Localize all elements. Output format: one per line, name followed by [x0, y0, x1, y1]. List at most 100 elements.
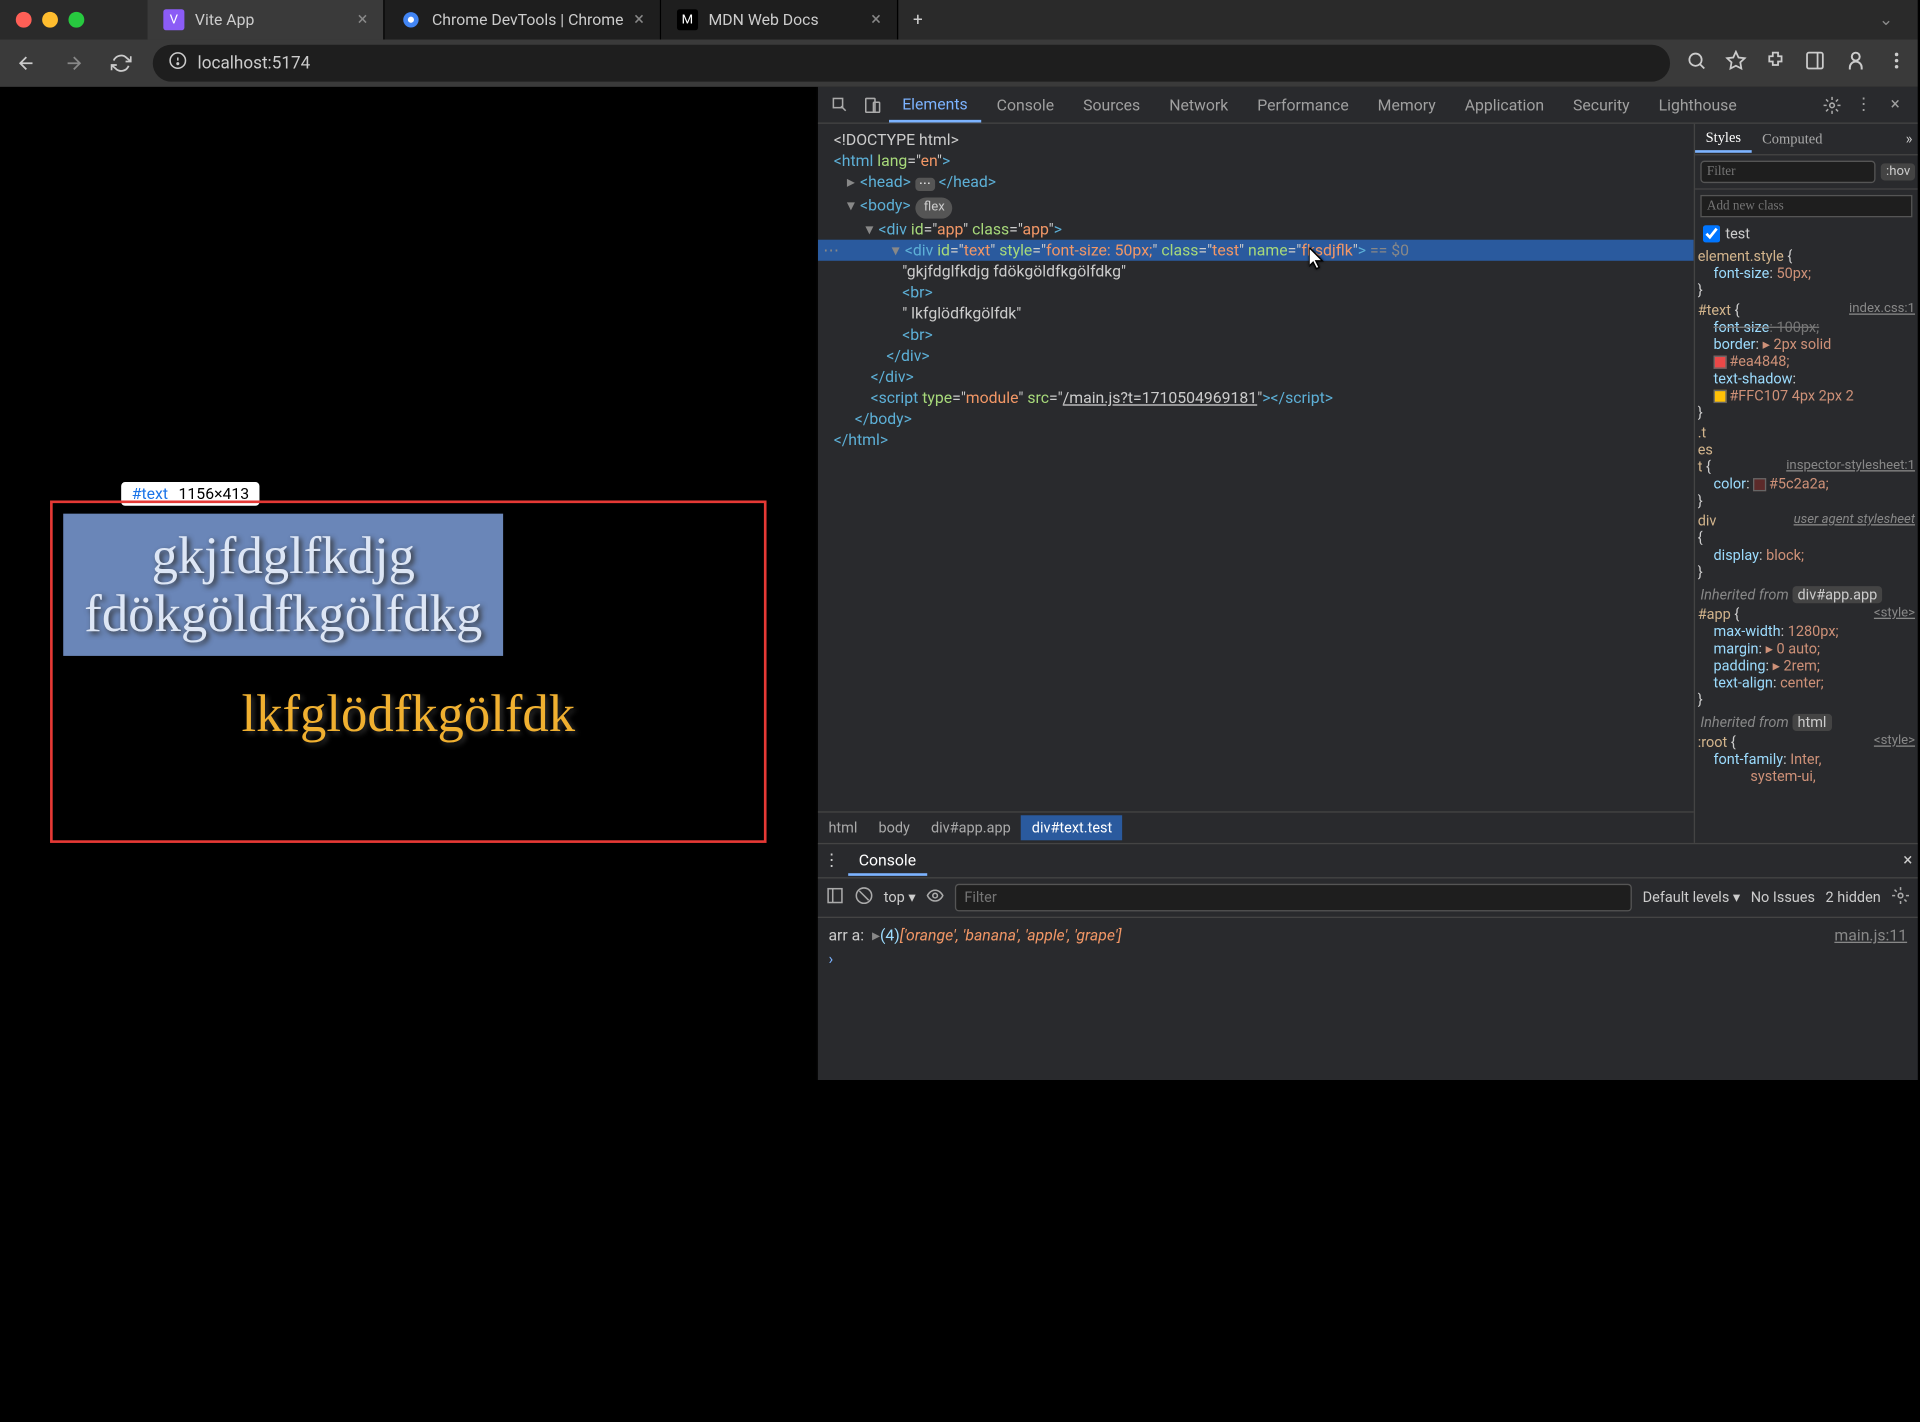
- crumb-active[interactable]: div#text.test: [1021, 815, 1123, 840]
- console-settings-icon[interactable]: [1891, 886, 1909, 908]
- devtools-tabs: Elements Console Sources Network Perform…: [818, 87, 1918, 124]
- sidebar-toggle-icon[interactable]: [826, 886, 844, 908]
- dom-br[interactable]: <br>: [818, 282, 1694, 303]
- minimize-window-button[interactable]: [42, 12, 58, 28]
- side-panel-icon[interactable]: [1804, 50, 1825, 76]
- close-drawer-icon[interactable]: ×: [1903, 851, 1912, 871]
- panel-elements[interactable]: Elements: [889, 88, 981, 122]
- dom-tree[interactable]: <!DOCTYPE html> <html lang="en"> ▸<head>…: [818, 124, 1694, 812]
- close-window-button[interactable]: [16, 12, 32, 28]
- styles-panel: Styles Computed » :hov .cls + test: [1694, 124, 1918, 843]
- console-output[interactable]: arr a: ▸ (4) ['orange', 'banana', 'apple…: [818, 918, 1918, 1080]
- dom-br[interactable]: <br>: [818, 324, 1694, 345]
- url: localhost:5174: [198, 53, 311, 73]
- styles-tab-computed[interactable]: Computed: [1752, 127, 1833, 151]
- panel-application[interactable]: Application: [1452, 89, 1558, 121]
- dom-script[interactable]: <script type="module" src="/main.js?t=17…: [818, 387, 1694, 408]
- forward-button[interactable]: [58, 47, 90, 79]
- window-controls: [16, 12, 84, 28]
- crumb[interactable]: div#app.app: [920, 815, 1021, 840]
- panel-lighthouse[interactable]: Lighthouse: [1645, 89, 1749, 121]
- panel-network[interactable]: Network: [1156, 89, 1241, 121]
- titlebar: V Vite App × Chrome DevTools | Chrome × …: [0, 0, 1918, 40]
- console-filter-input[interactable]: [955, 884, 1632, 912]
- console-drawer-tabs: ⋮ Console ×: [818, 844, 1918, 878]
- back-button[interactable]: [11, 47, 43, 79]
- dom-text-node[interactable]: "gkjfdglfkdjg fdökgöldfkgölfdkg": [818, 261, 1694, 282]
- console-log-line[interactable]: arr a: ▸ (4) ['orange', 'banana', 'apple…: [828, 923, 1907, 947]
- live-expression-icon[interactable]: [926, 886, 944, 908]
- dom-close-html[interactable]: </html>: [818, 429, 1694, 450]
- demo-text-line2: fdökgöldfkgölfdkg: [84, 585, 482, 643]
- zoom-icon[interactable]: [1686, 50, 1707, 76]
- dom-body-open[interactable]: ▾<body>flex: [818, 195, 1694, 219]
- dom-close-body[interactable]: </body>: [818, 408, 1694, 429]
- context-selector[interactable]: top ▾: [884, 889, 916, 906]
- class-toggle-row[interactable]: test: [1695, 223, 1918, 245]
- panel-sources[interactable]: Sources: [1070, 89, 1153, 121]
- menu-icon[interactable]: [1886, 50, 1907, 76]
- crumb[interactable]: body: [868, 815, 920, 840]
- dom-breadcrumb: html body div#app.app div#text.test: [818, 811, 1694, 843]
- tab-title: Vite App: [195, 11, 254, 29]
- issues-indicator[interactable]: No Issues: [1751, 889, 1815, 906]
- browser-tabs: V Vite App × Chrome DevTools | Chrome × …: [148, 0, 938, 40]
- more-icon[interactable]: ⋮: [1849, 90, 1878, 119]
- dom-text-node[interactable]: " lkfglödfkgölfdk": [818, 303, 1694, 324]
- panel-memory[interactable]: Memory: [1365, 89, 1449, 121]
- mdn-favicon: M: [677, 9, 698, 30]
- more-tabs-icon[interactable]: »: [1900, 130, 1917, 147]
- css-rules[interactable]: element.style {font-size: 50px;} #text {…: [1695, 245, 1918, 843]
- inspect-element-icon[interactable]: [826, 90, 855, 119]
- selection-highlight: gkjfdglfkdjg fdökgöldfkgölfdkg: [63, 514, 503, 656]
- chevron-down-icon[interactable]: ⌄: [1870, 4, 1902, 36]
- tab-title: MDN Web Docs: [708, 11, 818, 29]
- demo-text-line3: lkfglödfkgölfdk: [63, 685, 753, 743]
- dom-app-div[interactable]: ▾<div id="app" class="app">: [818, 219, 1694, 240]
- close-tab-icon[interactable]: ×: [634, 9, 644, 30]
- dom-head[interactable]: ▸<head> ⋯ </head>: [818, 171, 1694, 195]
- close-devtools-icon[interactable]: ×: [1881, 90, 1910, 119]
- class-checkbox[interactable]: [1703, 225, 1720, 242]
- console-prompt[interactable]: ›: [828, 947, 1907, 971]
- reload-button[interactable]: [105, 47, 137, 79]
- console-drawer: ⋮ Console × top ▾ Default levels ▾ No Is…: [818, 843, 1918, 1080]
- clear-console-icon[interactable]: [855, 886, 873, 908]
- close-tab-icon[interactable]: ×: [871, 9, 881, 30]
- demo-text-line1: gkjfdglfkdjg: [84, 527, 482, 585]
- extensions-icon[interactable]: [1765, 50, 1786, 76]
- add-class-input[interactable]: [1700, 195, 1912, 217]
- page-viewport: #text 1156×413 gkjfdglfkdjg fdökgöldfkgö…: [0, 87, 817, 1080]
- dom-close-div[interactable]: </div>: [818, 366, 1694, 387]
- styles-tabs: Styles Computed »: [1695, 124, 1918, 156]
- settings-icon[interactable]: [1818, 90, 1847, 119]
- log-source-link[interactable]: main.js:11: [1834, 926, 1907, 944]
- tab-mdn[interactable]: M MDN Web Docs ×: [661, 0, 898, 40]
- device-toolbar-icon[interactable]: [857, 90, 886, 119]
- bookmark-icon[interactable]: [1725, 50, 1746, 76]
- console-tab[interactable]: Console: [848, 846, 927, 875]
- panel-security[interactable]: Security: [1560, 89, 1643, 121]
- dom-text-div-selected[interactable]: ⋯▾<div id="text" style="font-size: 50px;…: [818, 240, 1694, 261]
- panel-console[interactable]: Console: [984, 89, 1068, 121]
- tab-vite-app[interactable]: V Vite App ×: [148, 0, 385, 40]
- devtools-panel: Elements Console Sources Network Perform…: [817, 87, 1918, 1080]
- tab-devtools-docs[interactable]: Chrome DevTools | Chrome ×: [385, 0, 661, 40]
- styles-tab-styles[interactable]: Styles: [1695, 126, 1752, 152]
- crumb[interactable]: html: [818, 815, 868, 840]
- panel-performance[interactable]: Performance: [1244, 89, 1362, 121]
- hidden-count[interactable]: 2 hidden: [1826, 889, 1881, 906]
- styles-filter-input[interactable]: [1700, 161, 1875, 183]
- drawer-menu-icon[interactable]: ⋮: [823, 851, 840, 871]
- address-bar[interactable]: localhost:5174: [153, 45, 1670, 82]
- close-tab-icon[interactable]: ×: [358, 9, 368, 30]
- hov-toggle[interactable]: :hov: [1881, 163, 1916, 180]
- dom-doctype[interactable]: <!DOCTYPE html>: [818, 129, 1694, 150]
- maximize-window-button[interactable]: [68, 12, 84, 28]
- dom-html-open[interactable]: <html lang="en">: [818, 150, 1694, 171]
- dom-close-div[interactable]: </div>: [818, 345, 1694, 366]
- log-levels-selector[interactable]: Default levels ▾: [1643, 889, 1741, 906]
- new-tab-button[interactable]: +: [898, 0, 938, 40]
- profile-icon[interactable]: [1844, 49, 1868, 78]
- site-info-icon[interactable]: [169, 51, 187, 75]
